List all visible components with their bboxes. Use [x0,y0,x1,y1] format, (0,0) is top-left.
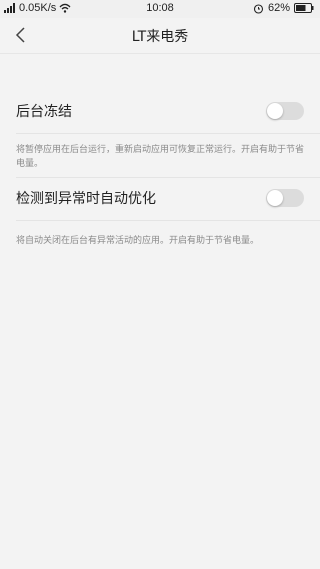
status-right: 62% [253,2,314,14]
row-divider [16,220,320,221]
toggle-knob [267,190,283,206]
setting-label: 检测到异常时自动优化 [16,191,156,207]
setting-row-auto-optimize[interactable]: 检测到异常时自动优化 [0,176,320,220]
setting-label: 后台冻结 [16,104,72,120]
row-divider [16,133,320,134]
setting-description: 将自动关闭在后台有异常活动的应用。开启有助于节省电量。 [16,236,260,246]
battery-icon [294,3,314,13]
app-header: LT来电秀 [0,18,320,53]
header-divider [0,53,320,54]
background-freeze-toggle[interactable] [266,102,304,120]
auto-optimize-toggle[interactable] [266,189,304,207]
page-title: LT来电秀 [131,29,189,45]
status-bar: 0.05K/s 10:08 62% [0,0,320,18]
setting-description: 将暂停应用在后台运行，重新启动应用可恢复正常运行。开启有助于节省电量。 [16,145,305,169]
setting-row-background-freeze[interactable]: 后台冻结 [0,89,320,133]
alarm-icon [253,3,264,14]
battery-percent: 62% [267,2,290,14]
toggle-knob [267,103,283,119]
